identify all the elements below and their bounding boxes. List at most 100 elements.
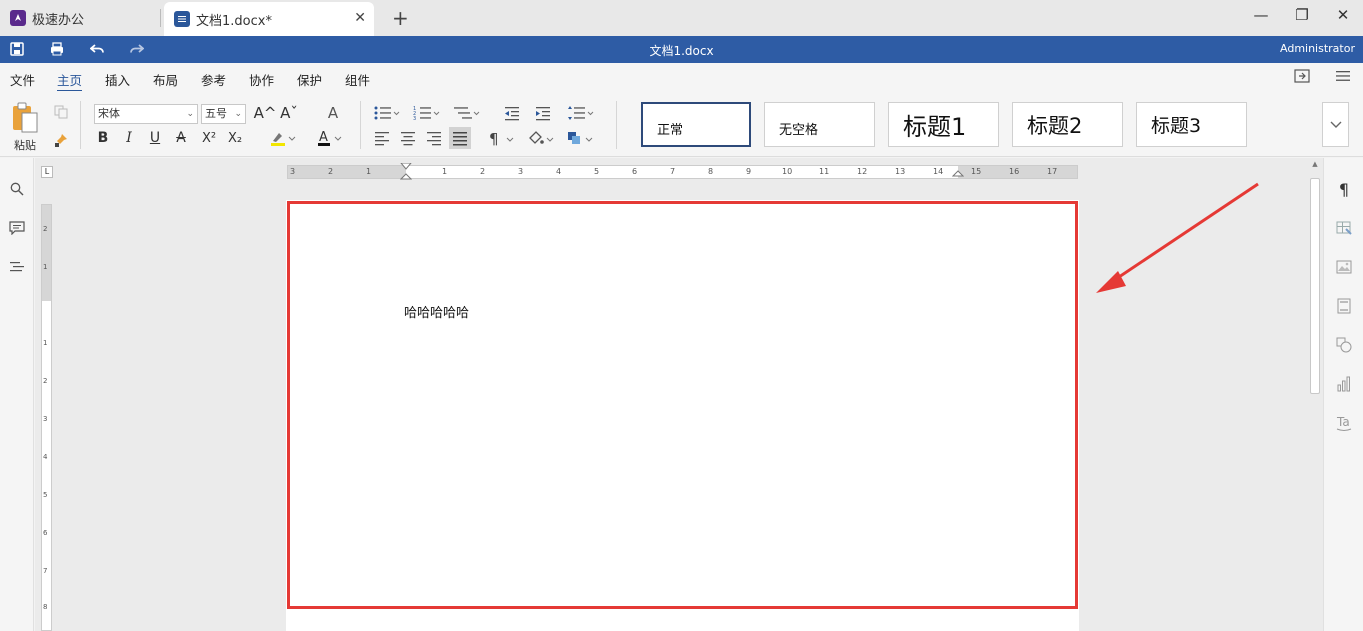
increase-indent-icon[interactable] bbox=[533, 103, 553, 123]
user-name[interactable]: Administrator bbox=[1280, 42, 1355, 55]
text-art-settings-icon[interactable]: Ta bbox=[1335, 414, 1353, 432]
tab-document[interactable]: 文档1.docx* ✕ bbox=[164, 2, 374, 36]
scrollbar-thumb[interactable] bbox=[1310, 178, 1320, 394]
font-color-icon[interactable]: A bbox=[314, 128, 344, 148]
tab-divider bbox=[160, 9, 161, 27]
superscript-button[interactable]: X² bbox=[198, 128, 220, 148]
italic-button[interactable]: I bbox=[120, 128, 138, 148]
bold-button[interactable]: B bbox=[94, 128, 112, 148]
tab-home[interactable]: 极速办公 bbox=[0, 0, 158, 36]
right-sidebar: ¶ Ta bbox=[1323, 158, 1363, 631]
vertical-ruler[interactable]: 2 1 1 2 3 4 5 6 7 8 bbox=[41, 204, 52, 631]
style-heading-1[interactable]: 标题1 bbox=[888, 102, 999, 147]
style-no-spacing[interactable]: 无空格 bbox=[764, 102, 875, 147]
ruler-tick: 5 bbox=[594, 167, 600, 176]
numbered-list-icon[interactable]: 123 bbox=[412, 103, 442, 123]
menu-home[interactable]: 主页 bbox=[57, 70, 83, 92]
close-tab-icon[interactable]: ✕ bbox=[354, 10, 366, 26]
document-title: 文档1.docx bbox=[649, 44, 714, 58]
ribbon-divider bbox=[80, 101, 81, 149]
ruler-tick: 3 bbox=[290, 167, 296, 176]
styles-expand-button[interactable] bbox=[1322, 102, 1349, 147]
ribbon-divider bbox=[360, 101, 361, 149]
menu-file[interactable]: 文件 bbox=[10, 70, 35, 89]
ruler-tick: 12 bbox=[857, 167, 868, 176]
menu-references[interactable]: 参考 bbox=[201, 70, 226, 89]
vertical-scrollbar[interactable]: ▲ bbox=[1309, 160, 1321, 631]
align-right-icon[interactable] bbox=[424, 128, 444, 148]
bullet-list-icon[interactable] bbox=[372, 103, 402, 123]
ruler-tick: 2 bbox=[43, 377, 48, 385]
ruler-tick: 14 bbox=[933, 167, 944, 176]
menu-collaborate[interactable]: 协作 bbox=[249, 70, 274, 89]
grow-font-icon[interactable]: A^ bbox=[254, 103, 277, 123]
style-no-spacing-label: 无空格 bbox=[779, 123, 819, 138]
borders-icon[interactable] bbox=[565, 128, 595, 148]
subscript-button[interactable]: X₂ bbox=[224, 128, 246, 148]
new-tab-icon[interactable]: + bbox=[392, 6, 409, 30]
right-indent-marker-icon[interactable] bbox=[952, 169, 964, 181]
fill-color-icon[interactable] bbox=[526, 128, 556, 148]
style-heading-2-label: 标题2 bbox=[1027, 113, 1083, 138]
ruler-tick: 11 bbox=[819, 167, 830, 176]
document-icon bbox=[174, 11, 190, 27]
ruler-tick: 16 bbox=[1009, 167, 1020, 176]
menu-protect[interactable]: 保护 bbox=[297, 70, 322, 89]
style-heading-2[interactable]: 标题2 bbox=[1012, 102, 1123, 147]
horizontal-ruler[interactable]: 3 2 1 1 2 3 4 5 6 7 8 9 10 11 12 13 14 1… bbox=[287, 163, 1078, 181]
scroll-up-icon[interactable]: ▲ bbox=[1309, 160, 1321, 172]
chart-settings-icon[interactable] bbox=[1335, 375, 1353, 393]
menu-plugins[interactable]: 组件 bbox=[345, 70, 370, 89]
shrink-font-icon[interactable]: Aˇ bbox=[278, 103, 300, 123]
image-settings-icon[interactable] bbox=[1335, 258, 1353, 276]
ruler-tick: 2 bbox=[328, 167, 334, 176]
decrease-indent-icon[interactable] bbox=[502, 103, 522, 123]
ruler-tick: 2 bbox=[43, 225, 48, 233]
paste-icon[interactable] bbox=[10, 101, 40, 135]
table-settings-icon[interactable] bbox=[1335, 219, 1353, 237]
font-name-select[interactable]: 宋体 ⌄ bbox=[94, 104, 198, 124]
align-center-icon[interactable] bbox=[398, 128, 418, 148]
minimize-icon[interactable]: — bbox=[1251, 6, 1271, 24]
highlight-color-icon[interactable] bbox=[268, 128, 298, 148]
menu-insert[interactable]: 插入 bbox=[105, 70, 130, 89]
multilevel-list-icon[interactable] bbox=[452, 103, 482, 123]
svg-text:Ta: Ta bbox=[1336, 415, 1350, 429]
window-close-icon[interactable]: ✕ bbox=[1333, 6, 1353, 24]
restore-icon[interactable]: ❐ bbox=[1292, 6, 1312, 24]
style-heading-3[interactable]: 标题3 bbox=[1136, 102, 1247, 147]
underline-button[interactable]: U bbox=[146, 128, 164, 148]
document-page[interactable] bbox=[286, 200, 1079, 631]
header-footer-icon[interactable] bbox=[1335, 297, 1353, 315]
indent-marker-icon[interactable] bbox=[400, 163, 412, 181]
search-icon[interactable] bbox=[8, 180, 26, 198]
font-size-select[interactable]: 五号 ⌄ bbox=[201, 104, 246, 124]
hamburger-menu-icon[interactable] bbox=[1335, 69, 1351, 87]
ruler-tick: 8 bbox=[43, 603, 48, 611]
copy-icon[interactable] bbox=[52, 103, 70, 121]
clear-format-icon[interactable]: A bbox=[322, 103, 344, 123]
shape-settings-icon[interactable] bbox=[1335, 336, 1353, 354]
menu-layout[interactable]: 布局 bbox=[153, 70, 178, 89]
ruler-tick: 8 bbox=[708, 167, 714, 176]
app-title-bar: 文档1.docx Administrator bbox=[0, 36, 1363, 63]
format-painter-icon[interactable] bbox=[52, 131, 70, 149]
tab-stop-selector[interactable]: L bbox=[41, 166, 53, 178]
strikethrough-button[interactable]: A bbox=[172, 128, 190, 148]
ruler-tick: 6 bbox=[632, 167, 638, 176]
ruler-tick: 15 bbox=[971, 167, 982, 176]
paragraph-settings-icon[interactable]: ¶ bbox=[1335, 180, 1353, 199]
navigation-icon[interactable] bbox=[8, 258, 26, 276]
document-text[interactable]: 哈哈哈哈哈 bbox=[404, 302, 469, 321]
open-location-icon[interactable] bbox=[1294, 69, 1310, 87]
ruler-tick: 1 bbox=[43, 263, 48, 271]
justify-icon[interactable] bbox=[449, 127, 471, 149]
style-normal[interactable]: 正常 bbox=[641, 102, 751, 147]
ruler-tick: 13 bbox=[895, 167, 906, 176]
ruler-tick: 10 bbox=[782, 167, 793, 176]
comment-icon[interactable] bbox=[8, 219, 26, 237]
align-left-icon[interactable] bbox=[372, 128, 392, 148]
ruler-tick: 1 bbox=[442, 167, 448, 176]
line-spacing-icon[interactable] bbox=[566, 103, 596, 123]
paragraph-mark-icon[interactable]: ¶ bbox=[486, 128, 516, 148]
